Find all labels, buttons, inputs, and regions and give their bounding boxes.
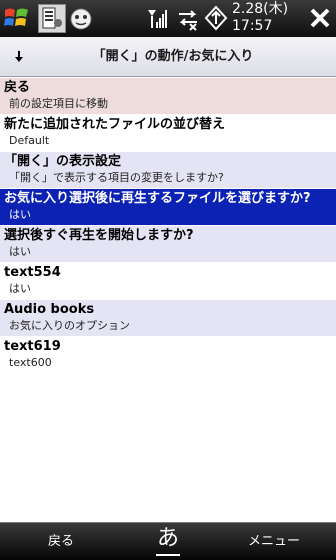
list-item-back[interactable]: 戻る 前の設定項目に移動	[0, 78, 336, 115]
list-item-title: 選択後すぐ再生を開始しますか?	[4, 228, 194, 243]
list-item-subtitle: はい	[9, 245, 31, 258]
list-item-title: お気に入り選択後に再生するファイルを選びますか?	[4, 191, 311, 206]
list-item-subtitle: text600	[9, 356, 52, 369]
page-header: 「開く」の動作/お気に入り	[0, 37, 336, 77]
list-item-open-display[interactable]: 「開く」の表示設定 「開く」で表示する項目の変更をしますか?	[0, 152, 336, 189]
list-item-subtitle: はい	[9, 282, 31, 295]
list-item-title: 「開く」の表示設定	[4, 154, 122, 169]
ime-glyph: あ	[156, 526, 179, 551]
list-item-choose-file-after-favorite[interactable]: お気に入り選択後に再生するファイルを選びますか? はい	[0, 189, 336, 226]
list-item-subtitle: 「開く」で表示する項目の変更をしますか?	[9, 171, 224, 184]
down-arrow-icon[interactable]	[12, 48, 26, 66]
menu-softkey[interactable]: メニュー	[248, 523, 300, 560]
ime-underline	[156, 554, 180, 556]
list-item-subtitle: 前の設定項目に移動	[9, 97, 108, 110]
back-softkey[interactable]: 戻る	[48, 523, 74, 560]
list-item-subtitle: はい	[9, 208, 31, 221]
list-item-subtitle: Default	[9, 134, 50, 147]
list-item-autoplay[interactable]: 選択後すぐ再生を開始しますか? はい	[0, 226, 336, 263]
list-item-title: Audio books	[4, 302, 95, 317]
list-item-text554[interactable]: text554 はい	[0, 263, 336, 300]
list-item-title: 戻る	[4, 80, 31, 95]
clock[interactable]: 2.28(木) 17:57	[232, 1, 302, 37]
time-text: 17:57	[232, 18, 273, 34]
list-item-title: text554	[4, 265, 61, 280]
date-text: 2.28(木)	[232, 1, 289, 17]
softkey-bar: 戻る あ メニュー	[0, 522, 336, 560]
list-item-title: 新たに追加されたファイルの並び替え	[4, 117, 226, 132]
close-icon[interactable]	[306, 4, 334, 32]
settings-list: 戻る 前の設定項目に移動 新たに追加されたファイルの並び替え Default 「…	[0, 78, 336, 522]
list-item-audio-books[interactable]: Audio books お気に入りのオプション	[0, 300, 336, 337]
status-bar: 2.28(木) 17:57	[0, 0, 336, 37]
ime-icon[interactable]: あ	[154, 526, 182, 558]
page-title: 「開く」の動作/お気に入り	[92, 49, 254, 64]
data-icon[interactable]	[204, 4, 228, 33]
list-item-title: text619	[4, 339, 61, 354]
windows-start-icon[interactable]	[2, 4, 32, 33]
list-item-subtitle: お気に入りのオプション	[9, 319, 130, 332]
list-item-sort-new-files[interactable]: 新たに追加されたファイルの並び替え Default	[0, 115, 336, 152]
list-item-text619[interactable]: text619 text600	[0, 337, 336, 374]
signal-icon[interactable]	[146, 4, 168, 33]
settings-app-icon[interactable]	[38, 4, 66, 33]
media-app-icon[interactable]	[68, 4, 94, 33]
sync-icon[interactable]	[176, 4, 200, 33]
